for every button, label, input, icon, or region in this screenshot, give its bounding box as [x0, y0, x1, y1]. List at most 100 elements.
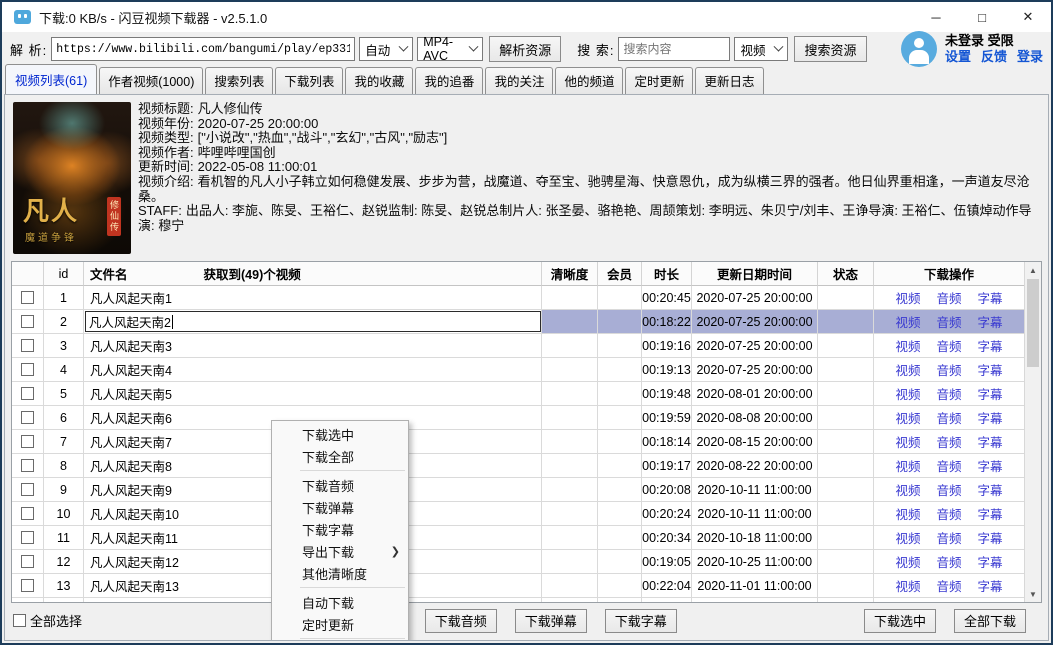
- menu-item-download-subtitle[interactable]: 下载字幕: [272, 518, 408, 540]
- row-filename[interactable]: 凡人风起天南4: [84, 358, 542, 382]
- header-duration[interactable]: 时长: [642, 262, 692, 286]
- quality-select[interactable]: 自动: [359, 37, 413, 61]
- video-link[interactable]: 视频: [895, 288, 920, 307]
- table-row[interactable]: 4 凡人风起天南4 00:19:13 2020-07-25 20:00:00 视…: [12, 358, 1024, 382]
- vertical-scrollbar[interactable]: ▲ ▼: [1024, 262, 1041, 602]
- video-link[interactable]: 视频: [895, 552, 920, 571]
- subtitle-link[interactable]: 字幕: [978, 576, 1003, 595]
- subtitle-link[interactable]: 字幕: [978, 312, 1003, 331]
- tab-video-list[interactable]: 视频列表(61): [5, 64, 97, 94]
- subtitle-link[interactable]: 字幕: [978, 384, 1003, 403]
- download-all-button[interactable]: 全部下载: [954, 609, 1026, 633]
- row-checkbox[interactable]: [12, 286, 44, 310]
- subtitle-link[interactable]: 字幕: [978, 408, 1003, 427]
- video-link[interactable]: 视频: [895, 456, 920, 475]
- table-row[interactable]: 8 凡人风起天南8 00:19:17 2020-08-22 20:00:00 视…: [12, 454, 1024, 478]
- row-checkbox[interactable]: [12, 358, 44, 382]
- subtitle-link[interactable]: 字幕: [978, 504, 1003, 523]
- user-avatar-icon[interactable]: [901, 31, 937, 67]
- select-all-checkbox[interactable]: [13, 614, 26, 627]
- video-link[interactable]: 视频: [895, 336, 920, 355]
- login-link[interactable]: 登录: [1017, 49, 1043, 65]
- tab-his-channel[interactable]: 他的频道: [555, 67, 623, 94]
- video-link[interactable]: 视频: [895, 600, 920, 602]
- audio-link[interactable]: 音频: [936, 504, 961, 523]
- header-actions[interactable]: 下载操作: [874, 262, 1024, 286]
- select-all[interactable]: 全部选择: [13, 611, 82, 630]
- row-checkbox[interactable]: [12, 502, 44, 526]
- table-row-selected[interactable]: 2 凡人风起天南2 00:18:22 2020-07-25 20:00:00 视…: [12, 310, 1024, 334]
- menu-item-other-quality[interactable]: 其他清晰度: [272, 562, 408, 584]
- url-input[interactable]: [51, 37, 355, 61]
- filename-edit-input[interactable]: 凡人风起天南2: [85, 311, 541, 332]
- header-vip[interactable]: 会员: [598, 262, 642, 286]
- header-quality[interactable]: 清晰度: [542, 262, 598, 286]
- header-status[interactable]: 状态: [818, 262, 874, 286]
- row-checkbox[interactable]: [12, 598, 44, 602]
- table-row[interactable]: 5 凡人风起天南5 00:19:48 2020-08-01 20:00:00 视…: [12, 382, 1024, 406]
- menu-item-scheduled-update[interactable]: 定时更新: [272, 613, 408, 635]
- row-filename[interactable]: 凡人风起天南5: [84, 382, 542, 406]
- subtitle-link[interactable]: 字幕: [978, 288, 1003, 307]
- table-row[interactable]: 6 凡人风起天南6 00:19:59 2020-08-08 20:00:00 视…: [12, 406, 1024, 430]
- table-row[interactable]: 12 凡人风起天南12 00:19:05 2020-10-25 11:00:00…: [12, 550, 1024, 574]
- tab-my-bangumi[interactable]: 我的追番: [415, 67, 483, 94]
- menu-item-download-selected[interactable]: 下载选中: [272, 423, 408, 445]
- tab-download-list[interactable]: 下载列表: [275, 67, 343, 94]
- menu-item-export-download[interactable]: 导出下载❯: [272, 540, 408, 562]
- download-danmaku-button[interactable]: 下载弹幕: [515, 609, 587, 633]
- menu-item-download-audio[interactable]: 下载音频: [272, 474, 408, 496]
- row-filename[interactable]: 凡人风起天南2: [84, 310, 542, 334]
- table-row[interactable]: 14 凡人风起天南14 00:20:00 2020-11-08 11:00:00…: [12, 598, 1024, 602]
- row-checkbox[interactable]: [12, 454, 44, 478]
- audio-link[interactable]: 音频: [936, 360, 961, 379]
- audio-link[interactable]: 音频: [936, 336, 961, 355]
- row-checkbox[interactable]: [12, 574, 44, 598]
- download-selected-button[interactable]: 下载选中: [864, 609, 936, 633]
- menu-item-download-all[interactable]: 下载全部: [272, 445, 408, 467]
- row-checkbox[interactable]: [12, 526, 44, 550]
- subtitle-link[interactable]: 字幕: [978, 552, 1003, 571]
- row-filename[interactable]: 凡人风起天南1: [84, 286, 542, 310]
- header-date[interactable]: 更新日期时间: [692, 262, 818, 286]
- audio-link[interactable]: 音频: [936, 480, 961, 499]
- maximize-button[interactable]: □: [959, 2, 1005, 32]
- audio-link[interactable]: 音频: [936, 408, 961, 427]
- audio-link[interactable]: 音频: [936, 600, 961, 602]
- video-link[interactable]: 视频: [895, 480, 920, 499]
- video-link[interactable]: 视频: [895, 576, 920, 595]
- subtitle-link[interactable]: 字幕: [978, 336, 1003, 355]
- table-row[interactable]: 10 凡人风起天南10 00:20:24 2020-10-11 11:00:00…: [12, 502, 1024, 526]
- header-filename[interactable]: 文件名获取到(49)个视频: [84, 262, 542, 286]
- row-checkbox[interactable]: [12, 430, 44, 454]
- video-link[interactable]: 视频: [895, 432, 920, 451]
- scroll-up-icon[interactable]: ▲: [1025, 262, 1041, 278]
- menu-item-auto-download[interactable]: 自动下载: [272, 591, 408, 613]
- tab-favorites[interactable]: 我的收藏: [345, 67, 413, 94]
- download-subtitle-button[interactable]: 下载字幕: [605, 609, 677, 633]
- video-link[interactable]: 视频: [895, 504, 920, 523]
- video-link[interactable]: 视频: [895, 528, 920, 547]
- scroll-thumb[interactable]: [1027, 279, 1039, 367]
- video-link[interactable]: 视频: [895, 408, 920, 427]
- table-row[interactable]: 7 凡人风起天南7 00:18:14 2020-08-15 20:00:00 视…: [12, 430, 1024, 454]
- tab-scheduled-update[interactable]: 定时更新: [625, 67, 693, 94]
- menu-item-download-danmaku[interactable]: 下载弹幕: [272, 496, 408, 518]
- codec-select[interactable]: MP4-AVC: [417, 37, 483, 61]
- search-input[interactable]: [618, 37, 730, 61]
- row-checkbox[interactable]: [12, 382, 44, 406]
- row-checkbox[interactable]: [12, 310, 44, 334]
- tab-changelog[interactable]: 更新日志: [695, 67, 763, 94]
- close-button[interactable]: ✕: [1005, 2, 1051, 32]
- parse-resource-button[interactable]: 解析资源: [489, 36, 561, 62]
- video-link[interactable]: 视频: [895, 360, 920, 379]
- table-row[interactable]: 11 凡人风起天南11 00:20:34 2020-10-18 11:00:00…: [12, 526, 1024, 550]
- row-checkbox[interactable]: [12, 550, 44, 574]
- audio-link[interactable]: 音频: [936, 312, 961, 331]
- scroll-down-icon[interactable]: ▼: [1025, 586, 1041, 602]
- table-row[interactable]: 3 凡人风起天南3 00:19:16 2020-07-25 20:00:00 视…: [12, 334, 1024, 358]
- row-checkbox[interactable]: [12, 406, 44, 430]
- audio-link[interactable]: 音频: [936, 528, 961, 547]
- feedback-link[interactable]: 反馈: [981, 49, 1007, 65]
- video-link[interactable]: 视频: [895, 312, 920, 331]
